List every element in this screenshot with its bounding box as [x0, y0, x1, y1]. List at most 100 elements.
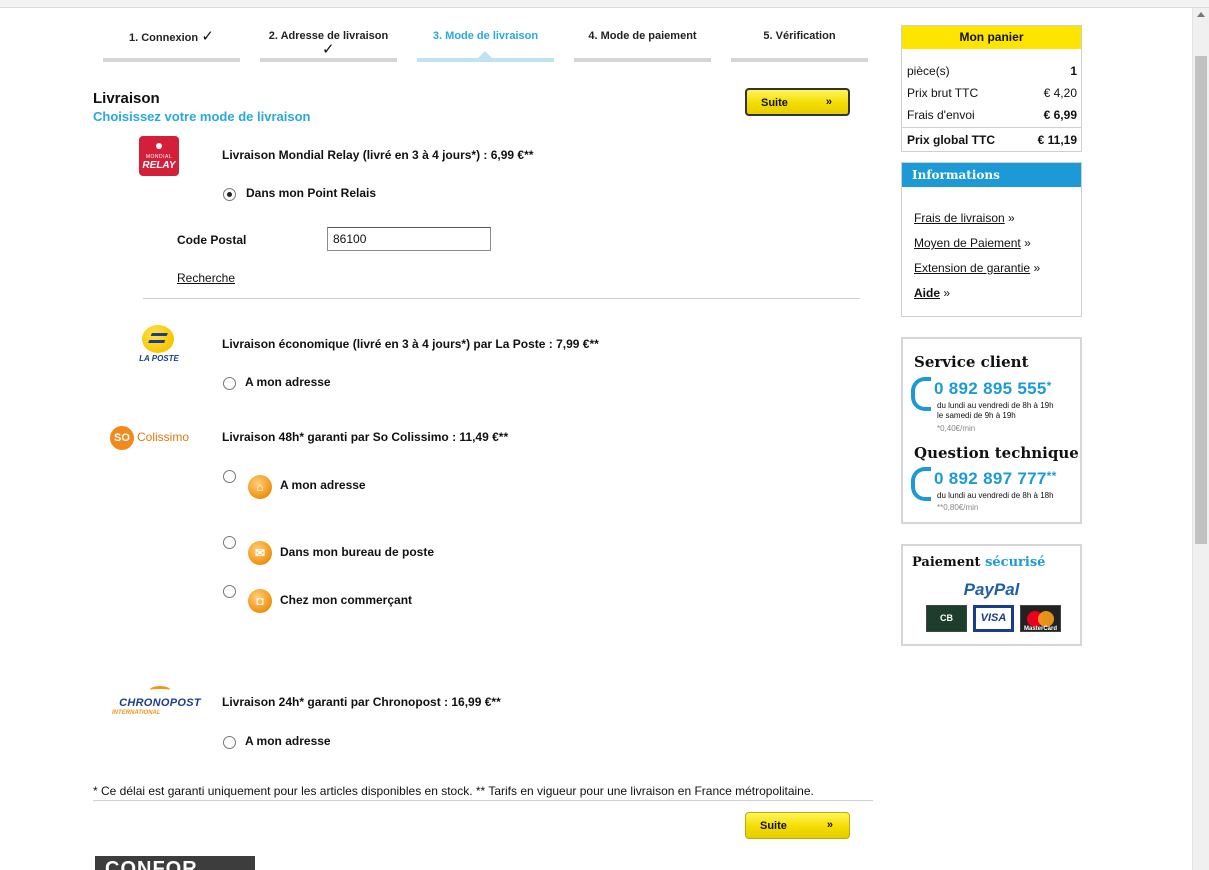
cart-value: 1	[1070, 64, 1077, 78]
mastercard-text: MasterCard	[1023, 626, 1057, 632]
radio-colissimo-bureau[interactable]	[223, 536, 236, 549]
step-label: 1. Connexion	[129, 32, 199, 44]
step-bar	[574, 58, 711, 62]
cb-card-icon: CB	[926, 605, 967, 632]
cart-value: € 6,99	[1043, 108, 1077, 122]
paiement-title-a: Paiement	[912, 555, 981, 570]
step-mode-paiement: 4. Mode de paiement	[574, 26, 711, 62]
link-extension-garantie[interactable]: Extension de garantie	[914, 261, 1030, 275]
chronopost-title: Livraison 24h* garanti par Chronopost : …	[222, 695, 501, 709]
shopping-bag-icon: ◘	[248, 589, 272, 613]
service-price-note: *0,40€/min	[937, 424, 976, 433]
cart-label: Prix global TTC	[907, 133, 996, 147]
question-technique-title: Question technique	[914, 444, 1079, 462]
cart-row-prix-brut: Prix brut TTC € 4,20	[907, 86, 1077, 100]
link-aide[interactable]: Aide	[914, 286, 940, 300]
chronopost-logo: CHRONOPOST INTERNATIONAL	[112, 686, 208, 720]
logo-text-big: RELAY	[142, 160, 176, 171]
cart-row-prix-global: Prix global TTC € 11,19	[907, 133, 1077, 147]
step-label: 4. Mode de paiement	[588, 30, 697, 42]
postal-code-label: Code Postal	[177, 233, 247, 247]
phone-mark: **	[1046, 469, 1057, 483]
scroll-up-icon[interactable]	[1197, 12, 1205, 17]
radio-label-point-relais[interactable]: Dans mon Point Relais	[246, 186, 376, 200]
suite-button-bottom[interactable]: Suite »	[745, 812, 850, 839]
cart-panel: Mon panier pièce(s) 1 Prix brut TTC € 4,…	[901, 25, 1082, 152]
check-icon: ✓	[322, 41, 335, 58]
mondial-relay-logo: MONDIAL RELAY	[139, 136, 179, 176]
technique-hours: du lundi au vendredi de 8h à 18h	[937, 491, 1054, 500]
step-bar	[103, 58, 240, 62]
informations-panel: Informations Frais de livraison » Moyen …	[901, 162, 1082, 317]
page-subtitle: Choisissez votre mode de livraison	[93, 109, 311, 124]
link-frais-livraison[interactable]: Frais de livraison	[914, 211, 1005, 225]
logo-intl: INTERNATIONAL	[112, 710, 161, 716]
info-link-frais: Frais de livraison »	[914, 211, 1015, 225]
cart-title: Mon panier	[902, 26, 1081, 49]
cart-label: Prix brut TTC	[907, 86, 979, 100]
postal-code-input[interactable]	[327, 227, 491, 251]
radio-label-colissimo-commercant[interactable]: Chez mon commerçant	[280, 593, 412, 607]
active-step-pointer-icon	[478, 51, 492, 58]
colissimo-logo: SO Colissimo	[110, 426, 204, 450]
vertical-scrollbar[interactable]	[1192, 8, 1209, 870]
service-client-title: Service client	[914, 353, 1029, 371]
arrow-right-icon: »	[826, 819, 833, 831]
radio-laposte-adresse[interactable]	[223, 377, 236, 390]
colissimo-title: Livraison 48h* garanti par So Colissimo …	[222, 430, 509, 444]
phone-mark: *	[1046, 379, 1052, 393]
page-title: Livraison	[93, 90, 160, 107]
radio-colissimo-commercant[interactable]	[223, 585, 236, 598]
service-hours-saturday: le samedi de 9h à 19h	[937, 411, 1016, 420]
radio-label-colissimo-bureau[interactable]: Dans mon bureau de poste	[280, 545, 434, 559]
cart-value: € 11,19	[1037, 133, 1077, 147]
phone-number: 0 892 895 555	[934, 379, 1047, 398]
phone-icon	[911, 467, 931, 501]
footer-logo: CONFOR	[95, 856, 255, 870]
suite-button-top[interactable]: Suite »	[745, 88, 850, 116]
checkout-steps: 1. Connexion ✓ 2. Adresse de livraison ✓…	[103, 26, 869, 66]
step-bar	[731, 58, 868, 62]
arrow-icon: »	[1033, 261, 1041, 275]
scrollbar-thumb[interactable]	[1195, 56, 1207, 544]
service-client-panel: Service client 0 892 895 555* du lundi a…	[901, 337, 1082, 524]
step-label: 3. Mode de livraison	[432, 30, 539, 42]
radio-label-colissimo-adresse[interactable]: A mon adresse	[280, 478, 366, 492]
logo-name: CHRONOPOST	[119, 697, 201, 709]
logo-name: Colissimo	[137, 430, 190, 444]
phone-number-technique[interactable]: 0 892 897 777**	[934, 469, 1057, 489]
step-connexion[interactable]: 1. Connexion ✓	[103, 26, 240, 62]
cart-label: pièce(s)	[907, 64, 950, 78]
arrow-icon: »	[1008, 211, 1015, 225]
phone-icon	[911, 377, 931, 411]
mastercard-icon: MasterCard	[1020, 605, 1061, 632]
paiement-securise-panel: Paiement sécurisé PayPal CB VISA MasterC…	[901, 544, 1082, 646]
arrow-icon: »	[943, 286, 951, 300]
step-adresse[interactable]: 2. Adresse de livraison ✓	[260, 26, 397, 62]
la-poste-logo: LA POSTE	[133, 325, 185, 365]
logo-dot	[156, 143, 162, 149]
step-verification: 5. Vérification	[731, 26, 868, 62]
arrow-icon: »	[1024, 236, 1031, 250]
recherche-link[interactable]: Recherche	[177, 271, 235, 285]
step-mode-livraison[interactable]: 3. Mode de livraison	[417, 26, 554, 62]
radio-chronopost-adresse[interactable]	[223, 736, 236, 749]
footer-logo-text: CONFOR	[105, 858, 198, 870]
arrow-right-icon: »	[825, 96, 832, 108]
step-label: 5. Vérification	[763, 30, 836, 42]
paiement-title: Paiement sécurisé	[912, 555, 1045, 570]
service-hours-week: du lundi au vendredi de 8h à 19h	[937, 401, 1054, 410]
link-moyen-paiement[interactable]: Moyen de Paiement	[914, 236, 1021, 250]
radio-colissimo-adresse[interactable]	[223, 470, 236, 483]
mondial-relay-title: Livraison Mondial Relay (livré en 3 à 4 …	[222, 148, 534, 162]
check-icon: ✓	[201, 28, 214, 45]
radio-label-laposte-adresse[interactable]: A mon adresse	[245, 375, 331, 389]
cart-value: € 4,20	[1043, 86, 1077, 100]
informations-title: Informations	[902, 163, 1081, 187]
radio-label-chronopost-adresse[interactable]: A mon adresse	[245, 734, 331, 748]
radio-point-relais[interactable]	[223, 188, 236, 201]
info-link-aide: Aide »	[914, 286, 950, 300]
footnote: * Ce délai est garanti uniquement pour l…	[93, 784, 814, 798]
phone-number-service[interactable]: 0 892 895 555*	[934, 379, 1052, 399]
phone-number: 0 892 897 777	[934, 469, 1047, 488]
